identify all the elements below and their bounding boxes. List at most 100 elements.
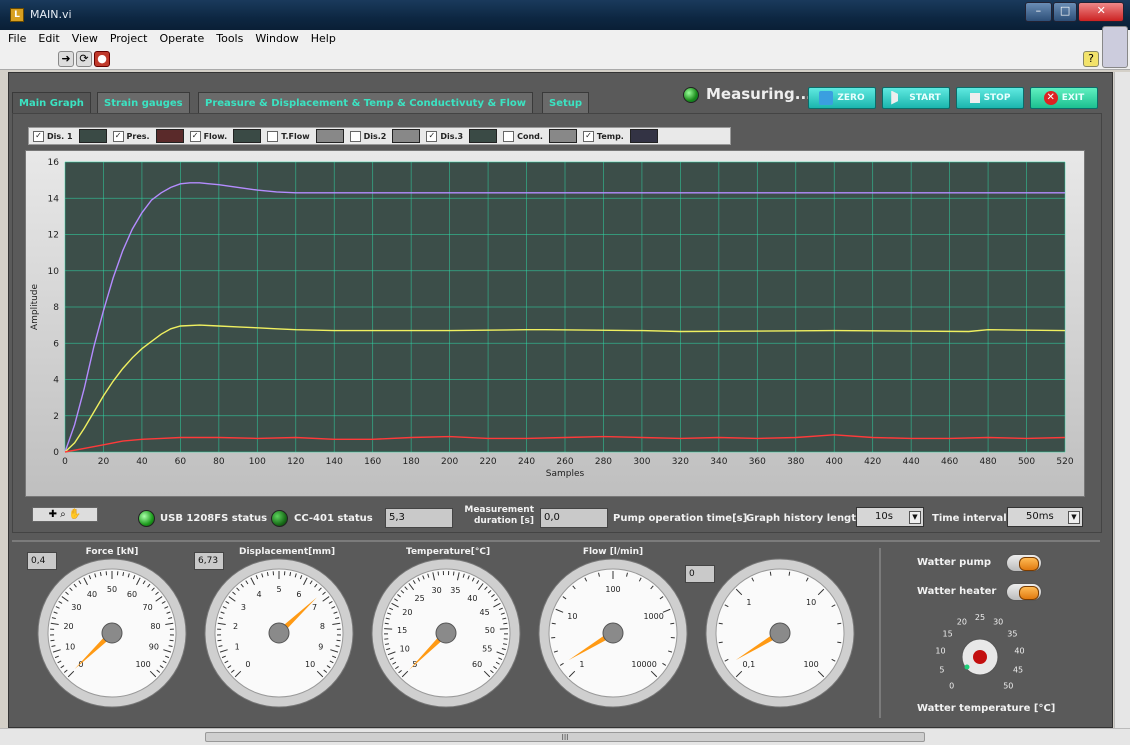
x-axis-label: Samples [546, 469, 585, 479]
plot-legend: ✓ Dis. 1 ✓ Pres. ✓ Flow. T.Flow Dis.2 ✓ Dis.… [28, 127, 731, 145]
minimize-button[interactable]: – [1025, 2, 1052, 22]
legend-checkbox[interactable]: ✓ [582, 130, 594, 142]
maximize-button[interactable]: □ [1052, 2, 1078, 22]
history-length-dropdown[interactable]: 10s ▼ [856, 507, 924, 527]
water-heater-toggle[interactable] [1006, 583, 1042, 601]
graph-palette[interactable]: ✚ ⌕ ✋ [32, 507, 98, 522]
menu-file[interactable]: File [8, 30, 26, 48]
legend-checkbox[interactable] [349, 130, 361, 142]
legend-checkbox[interactable]: ✓ [426, 130, 438, 142]
pump-time-field[interactable]: 0,0 [540, 508, 608, 528]
water-pump-toggle[interactable] [1006, 554, 1042, 572]
gauge-value-field[interactable]: 0 [685, 565, 715, 583]
legend-checkbox[interactable]: ✓ [33, 130, 44, 142]
divider [12, 540, 1100, 542]
measuring-led [683, 87, 699, 103]
legend-swatch[interactable] [233, 129, 262, 143]
abort-icon[interactable]: ● [94, 51, 110, 67]
knob-center [973, 650, 987, 664]
vi-icon [1102, 26, 1128, 68]
measurement-duration-field[interactable]: 5,3 [385, 508, 453, 528]
menu-window[interactable]: Window [255, 30, 298, 48]
menu-help[interactable]: Help [311, 30, 336, 48]
gauge-hub [602, 622, 624, 644]
menu-tools[interactable]: Tools [216, 30, 243, 48]
legend-swatch[interactable] [629, 129, 658, 143]
gauge-scale-label: 0 [245, 660, 250, 669]
app-icon: L [10, 8, 24, 22]
stop-icon [969, 92, 980, 103]
gauge: 0 10 20 30 40 50 60 70 80 90 100 [36, 557, 188, 709]
tab-pressure-displacement[interactable]: Preasure & Displacement & Temp & Conduct… [198, 92, 534, 114]
gauge-scale-label: 55 [482, 644, 492, 653]
run-arrow-icon[interactable]: ➜ [58, 51, 74, 67]
menu-edit[interactable]: Edit [38, 30, 59, 48]
menu-view[interactable]: View [72, 30, 98, 48]
gauge-scale-label: 45 [480, 608, 490, 617]
usb-status-led [138, 510, 155, 527]
legend-item[interactable]: ✓ Pres. [112, 129, 184, 143]
legend-checkbox[interactable]: ✓ [112, 130, 124, 142]
x-tick-label: 20 [98, 457, 110, 467]
knob-scale-label: 35 [1007, 629, 1017, 638]
scrollbar-thumb[interactable]: III [205, 732, 925, 742]
exit-button[interactable]: ✕ EXIT [1030, 87, 1098, 109]
help-icon[interactable]: ? [1083, 51, 1099, 67]
legend-item[interactable]: Cond. [503, 129, 577, 143]
legend-item[interactable]: ✓ Dis. 1 [33, 129, 107, 143]
tab-strain-gauges[interactable]: Strain gauges [97, 92, 190, 114]
gauge-scale-label: 40 [467, 594, 477, 603]
toggle-knob [1019, 586, 1039, 600]
gauge-dial: 01 2 3 4 5 6 7 8 910 [204, 558, 354, 708]
legend-swatch[interactable] [315, 129, 344, 143]
gauge-tick [788, 571, 791, 576]
legend-checkbox[interactable] [267, 130, 279, 142]
legend-item[interactable]: ✓ Flow. [189, 129, 262, 143]
gauge-scale-label: 10 [806, 598, 816, 607]
vertical-scrollbar[interactable] [1114, 72, 1130, 728]
legend-swatch[interactable] [548, 129, 577, 143]
legend-swatch[interactable] [155, 129, 184, 143]
cc-status-led [271, 510, 288, 527]
gauge-value-field[interactable]: 6,73 [194, 552, 224, 570]
legend-item[interactable]: ✓ Dis.3 [426, 129, 498, 143]
stop-button[interactable]: STOP [956, 87, 1024, 109]
x-tick-label: 60 [175, 457, 187, 467]
x-tick-label: 520 [1056, 457, 1073, 467]
legend-checkbox[interactable] [503, 130, 515, 142]
legend-swatch[interactable] [78, 129, 107, 143]
legend-swatch[interactable] [392, 129, 421, 143]
chart-plot[interactable]: 0 20 40 60 80 100 120 140 160 180 200 220 240 260 280 3… [25, 150, 1085, 497]
knob-scale-label: 10 [935, 647, 945, 656]
gauge-scale-label: 25 [415, 594, 425, 603]
zero-button[interactable]: ZERO [808, 87, 876, 109]
x-tick-label: 300 [633, 457, 650, 467]
gauge-tick [384, 622, 389, 625]
gauge-tick [384, 628, 393, 630]
menu-operate[interactable]: Operate [159, 30, 204, 48]
legend-checkbox[interactable]: ✓ [189, 130, 201, 142]
gauge-dial: 0102030405060708090100 [37, 558, 187, 708]
gauge-scale-label: 10 [305, 660, 315, 669]
legend-swatch[interactable] [469, 129, 498, 143]
water-temperature-knob[interactable]: 05 10 15 20 25 30 35 40 4550 [920, 605, 1040, 705]
start-button[interactable]: START [882, 87, 950, 109]
run-continuous-icon[interactable]: ⟳ [76, 51, 92, 67]
tab-main-graph[interactable]: Main Graph [12, 92, 91, 114]
x-tick-label: 80 [213, 457, 225, 467]
legend-item[interactable]: T.Flow [267, 129, 344, 143]
time-interval-dropdown[interactable]: 50ms ▼ [1007, 507, 1083, 527]
gauge-value-field[interactable]: 0,4 [27, 552, 57, 570]
gauge-scale-label: 40 [87, 590, 97, 599]
gauge-scale-label: 8 [320, 622, 325, 631]
menu-project[interactable]: Project [110, 30, 148, 48]
gauge-tick [50, 639, 55, 642]
legend-item[interactable]: Dis.2 [349, 129, 421, 143]
close-button[interactable]: ✕ [1078, 2, 1124, 22]
gauge-scale-label: 100 [605, 585, 620, 594]
legend-item[interactable]: ✓ Temp. [582, 129, 658, 143]
gauge-scale-label: 60 [127, 590, 137, 599]
tab-setup[interactable]: Setup [542, 92, 590, 114]
gauge-tick [452, 571, 455, 576]
x-tick-label: 460 [941, 457, 958, 467]
